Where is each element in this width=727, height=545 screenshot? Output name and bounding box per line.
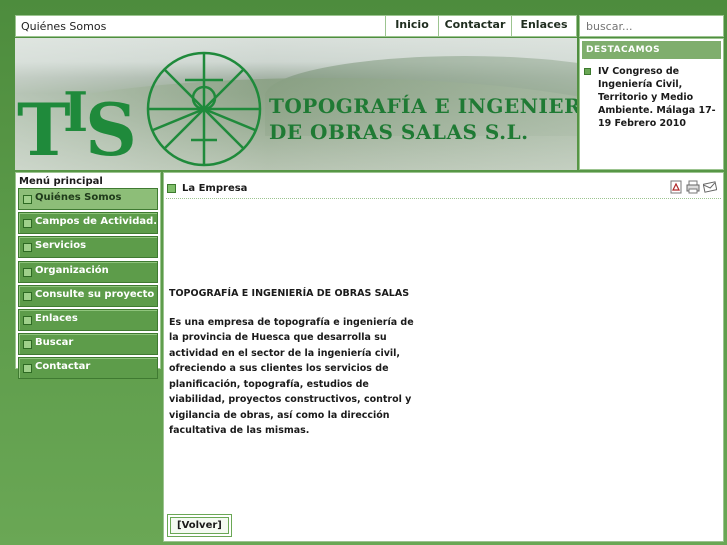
- menu-item-label: Enlaces: [35, 312, 78, 324]
- menu-item-label: Consulte su proyecto: [35, 288, 155, 300]
- menu-item-label: Organización: [35, 264, 109, 276]
- back-button[interactable]: [Volver]: [170, 517, 229, 534]
- pdf-icon[interactable]: [669, 180, 683, 194]
- menu-item-label: Campos de Actividad.: [35, 216, 158, 228]
- back-button-frame: [Volver]: [167, 514, 232, 537]
- theodolite-emblem-icon: [146, 51, 262, 167]
- bullet-icon: [23, 291, 32, 301]
- content-panel: La Empresa TOPOGRAFÍA E INGENIERÍA DE OB…: [163, 172, 724, 542]
- breadcrumb: Quiénes Somos: [21, 20, 107, 33]
- article-paragraph: Es una empresa de topografía e ingenierí…: [169, 316, 414, 437]
- article-tools: [669, 180, 718, 194]
- bullet-icon: [23, 340, 32, 350]
- menu-item-contactar[interactable]: Contactar: [18, 357, 158, 380]
- article-title: TOPOGRAFÍA E INGENIERÍA DE OBRAS SALAS: [169, 288, 410, 299]
- menu-item-consulte-proyecto[interactable]: Consulte su proyecto: [18, 284, 158, 307]
- logo-letter-i: I: [63, 80, 88, 144]
- highlights-panel: DESTACAMOS IV Congreso de Ingeniería Civ…: [579, 38, 724, 170]
- bullet-icon: [23, 195, 32, 204]
- nav-contactar-link[interactable]: Contactar: [438, 16, 511, 36]
- bullet-icon: [167, 184, 176, 193]
- logo-letter-s: S: [85, 87, 137, 170]
- highlight-item[interactable]: IV Congreso de Ingeniería Civil, Territo…: [583, 65, 719, 130]
- menu-item-enlaces[interactable]: Enlaces: [18, 308, 158, 331]
- search-input[interactable]: [579, 15, 724, 37]
- company-name-line1: TOPOGRAFÍA E INGENIERÍA: [269, 94, 577, 118]
- logo-letter-t: T: [17, 87, 71, 170]
- email-icon[interactable]: [702, 180, 718, 194]
- bullet-icon: [23, 364, 32, 374]
- top-navigation: Inicio Contactar Enlaces: [385, 16, 576, 36]
- menu-item-servicios[interactable]: Servicios: [18, 236, 158, 259]
- company-name-line2: DE OBRAS SALAS S.L.: [269, 120, 529, 144]
- menu-item-quienes-somos[interactable]: Quiénes Somos: [18, 188, 158, 210]
- bullet-icon: [23, 243, 32, 253]
- menu-item-organizacion[interactable]: Organización: [18, 260, 158, 283]
- top-bar: Quiénes Somos Inicio Contactar Enlaces: [15, 15, 577, 37]
- menu-item-campos-de-actividad[interactable]: Campos de Actividad.: [18, 212, 158, 235]
- menu-item-label: Buscar: [35, 337, 74, 349]
- section-header: La Empresa: [167, 183, 247, 194]
- header-banner: T I S TOPOGRAFÍA E INGENIERÍA DE OBRAS S…: [15, 38, 577, 170]
- highlights-heading: DESTACAMOS: [582, 41, 721, 59]
- bullet-icon: [23, 219, 32, 229]
- print-icon[interactable]: [686, 180, 700, 194]
- menu-item-buscar[interactable]: Buscar: [18, 333, 158, 356]
- bullet-icon: [23, 267, 32, 277]
- section-title: La Empresa: [182, 183, 248, 194]
- bullet-icon: [584, 68, 591, 75]
- menu-item-label: Contactar: [35, 361, 91, 373]
- menu-item-label: Servicios: [35, 240, 87, 252]
- main-menu: Menú principal Quiénes Somos Campos de A…: [15, 172, 161, 380]
- highlight-text[interactable]: IV Congreso de Ingeniería Civil, Territo…: [598, 65, 719, 130]
- article-body: TOPOGRAFÍA E INGENIERÍA DE OBRAS SALAS E…: [169, 286, 419, 439]
- nav-inicio-link[interactable]: Inicio: [385, 16, 438, 36]
- nav-enlaces-link[interactable]: Enlaces: [511, 16, 576, 36]
- menu-title: Menú principal: [19, 176, 103, 187]
- menu-item-label: Quiénes Somos: [35, 192, 122, 203]
- bullet-icon: [23, 315, 32, 325]
